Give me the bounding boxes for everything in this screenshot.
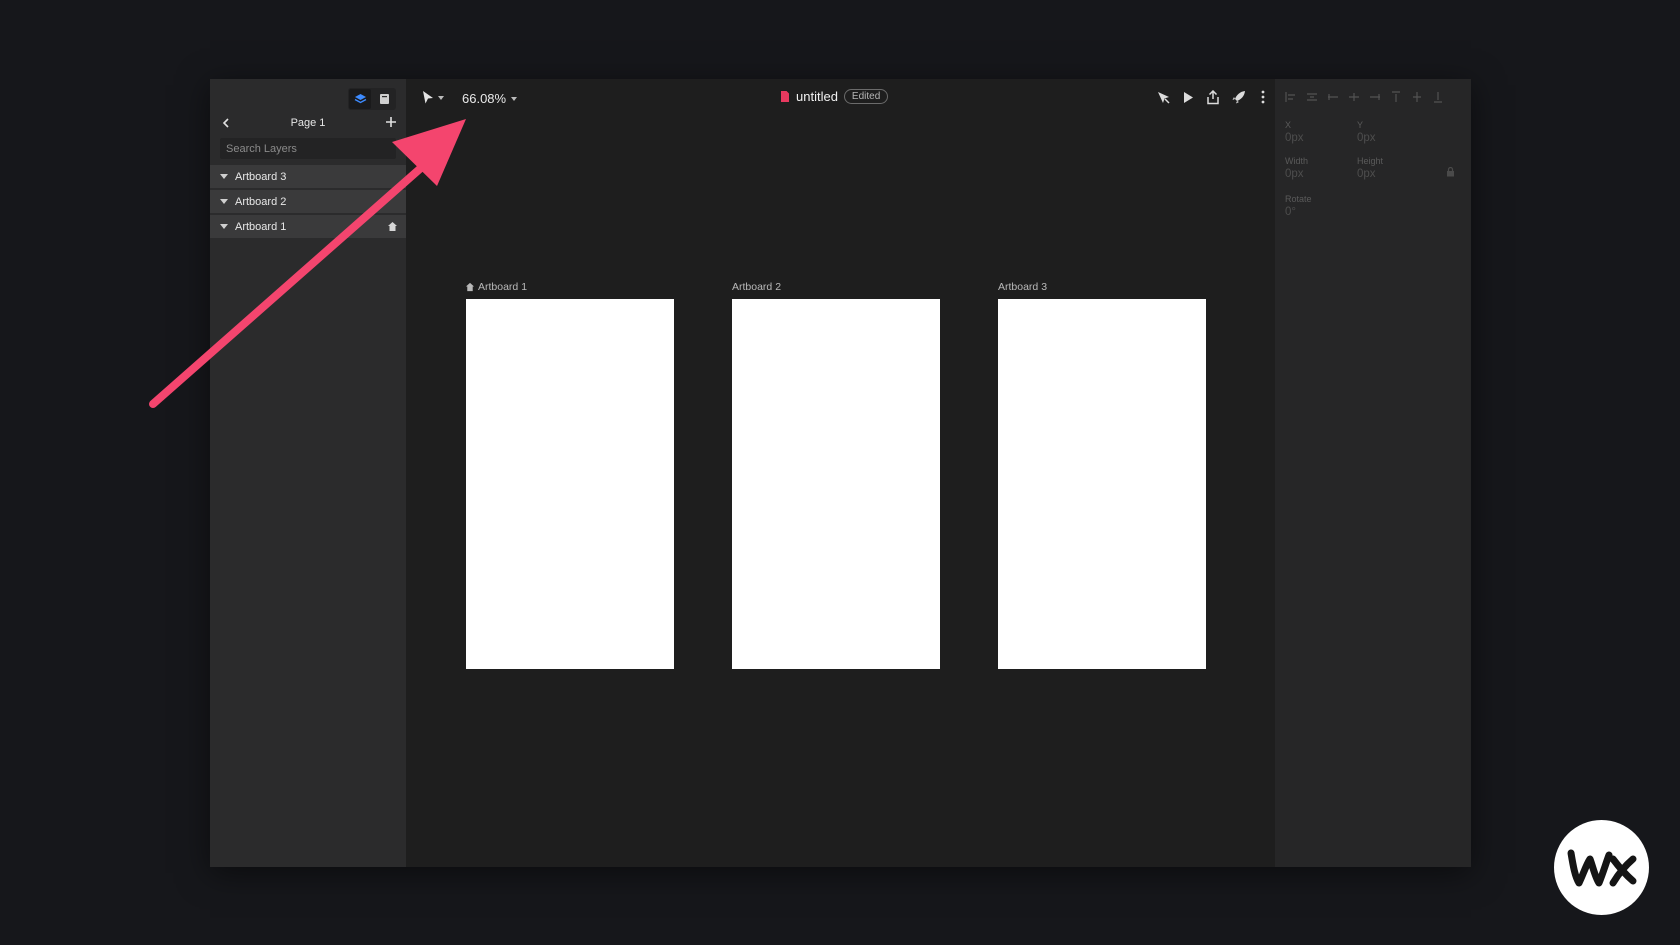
- align-start-icon[interactable]: [1327, 91, 1339, 103]
- panel-switch: [348, 88, 396, 110]
- artboard-name: Artboard 1: [478, 281, 528, 293]
- search-layers-input[interactable]: [220, 138, 396, 159]
- toolbar-actions: [1155, 89, 1271, 105]
- select-arrow-icon: [423, 91, 433, 104]
- home-icon: [465, 282, 475, 292]
- select-tool[interactable]: [422, 90, 444, 105]
- chevron-down-icon: [511, 96, 518, 101]
- artboard-label-2[interactable]: Artboard 2: [732, 281, 781, 293]
- document-title-area[interactable]: untitled Edited: [780, 89, 889, 104]
- layers-panel: Page 1 Artboard 3 Artboard 2 Artboard 1: [210, 79, 406, 867]
- artboard-label-1[interactable]: Artboard 1: [465, 281, 527, 293]
- canvas[interactable]: Artboard 1 Artboard 2 Artboard 3: [406, 117, 1285, 867]
- wx-logo-icon: [1567, 849, 1636, 886]
- chevron-down-icon: [438, 95, 444, 100]
- artboard-1[interactable]: [466, 299, 674, 669]
- artboard-label-3[interactable]: Artboard 3: [998, 281, 1047, 293]
- layer-row-artboard-1[interactable]: Artboard 1: [210, 215, 406, 238]
- back-chevron-icon[interactable]: [220, 117, 232, 129]
- page-title[interactable]: Page 1: [291, 117, 326, 129]
- prop-width[interactable]: Width 0px: [1285, 156, 1308, 180]
- component-icon[interactable]: [1155, 89, 1171, 105]
- property-inspector: X 0px Y 0px Width 0px Height 0px Rotate …: [1275, 79, 1471, 867]
- status-badge: Edited: [843, 89, 889, 104]
- prop-x[interactable]: X 0px: [1285, 120, 1304, 144]
- toolbar: 66.08% untitled Edited: [406, 79, 1285, 117]
- zoom-level: 66.08%: [462, 91, 507, 106]
- publish-rocket-icon[interactable]: [1230, 89, 1246, 105]
- app-window: Page 1 Artboard 3 Artboard 2 Artboard 1: [210, 79, 1471, 867]
- artboard-3[interactable]: [998, 299, 1206, 669]
- share-icon[interactable]: [1205, 89, 1221, 105]
- page-header: Page 1: [210, 112, 406, 134]
- more-icon[interactable]: [1255, 89, 1271, 105]
- prop-height[interactable]: Height 0px: [1357, 156, 1383, 180]
- lock-aspect-icon[interactable]: [1446, 167, 1455, 177]
- layer-label: Artboard 1: [235, 220, 287, 233]
- expand-caret-icon[interactable]: [220, 174, 228, 179]
- document-title: untitled: [796, 89, 838, 104]
- align-center-h-icon[interactable]: [1348, 91, 1360, 103]
- layer-list: Artboard 3 Artboard 2 Artboard 1: [210, 165, 406, 240]
- align-middle-icon[interactable]: [1411, 91, 1423, 103]
- home-icon[interactable]: [387, 221, 398, 232]
- expand-caret-icon[interactable]: [220, 199, 228, 204]
- artboard-name: Artboard 3: [998, 281, 1048, 293]
- align-end-icon[interactable]: [1369, 91, 1381, 103]
- brand-logo: [1554, 820, 1649, 915]
- align-top-icon[interactable]: [1390, 91, 1402, 103]
- align-bottom-icon[interactable]: [1432, 91, 1444, 103]
- add-page-icon[interactable]: [385, 116, 397, 128]
- artboard-name: Artboard 2: [732, 281, 782, 293]
- play-icon[interactable]: [1180, 89, 1196, 105]
- distribute-icon[interactable]: [1306, 91, 1318, 103]
- align-left-icon[interactable]: [1285, 91, 1297, 103]
- layers-icon[interactable]: [349, 89, 371, 109]
- expand-caret-icon[interactable]: [220, 224, 228, 229]
- layer-label: Artboard 3: [235, 170, 287, 183]
- artboard-2[interactable]: [732, 299, 940, 669]
- zoom-dropdown[interactable]: 66.08%: [462, 91, 518, 106]
- layer-row-artboard-3[interactable]: Artboard 3: [210, 165, 406, 188]
- prop-rotate[interactable]: Rotate 0°: [1285, 194, 1312, 218]
- document-icon: [781, 91, 789, 102]
- prop-y[interactable]: Y 0px: [1357, 120, 1376, 144]
- layer-row-artboard-2[interactable]: Artboard 2: [210, 190, 406, 213]
- align-tools: [1285, 91, 1444, 103]
- layer-label: Artboard 2: [235, 195, 287, 208]
- assets-icon[interactable]: [373, 89, 395, 109]
